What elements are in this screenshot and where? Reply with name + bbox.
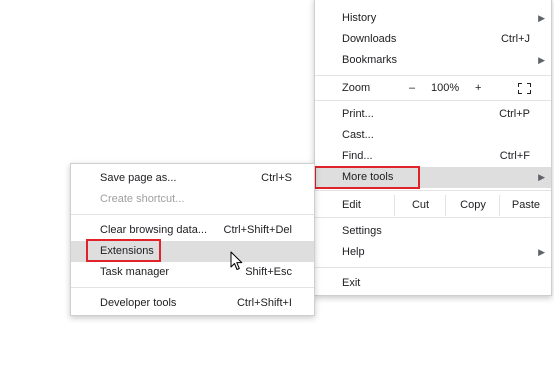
menu-item-label: Zoom (342, 82, 371, 94)
menu-item-shortcut: Ctrl+J (500, 33, 530, 45)
zoom-out-button[interactable]: – (409, 78, 415, 99)
zoom-in-button[interactable]: + (475, 78, 481, 99)
menu-item-more-tools[interactable]: More tools ▶ (315, 167, 551, 188)
menu-item-label: Settings (342, 225, 382, 237)
menu-item-label: Help (342, 246, 365, 258)
mouse-pointer-icon (230, 251, 244, 271)
menu-item-shortcut: Ctrl+P (499, 108, 530, 120)
cut-button[interactable]: Cut (394, 195, 446, 216)
menu-item-label: Create shortcut... (100, 193, 185, 205)
menu-separator (315, 100, 551, 101)
menu-item-shortcut: Shift+Esc (245, 266, 292, 278)
menu-item-find[interactable]: Find... Ctrl+F (315, 146, 551, 167)
menu-item-edit: Edit Cut Copy Paste (315, 195, 551, 216)
submenu-item-extensions[interactable]: Extensions (71, 241, 314, 262)
menu-item-label: Find... (342, 150, 373, 162)
menu-item-label: Task manager (100, 266, 170, 278)
menu-item-label: Cast... (342, 129, 374, 141)
menu-item-history[interactable]: History ▶ (315, 8, 551, 29)
menu-item-exit[interactable]: Exit (315, 273, 551, 294)
submenu-item-create-shortcut: Create shortcut... (71, 189, 314, 210)
menu-separator (71, 214, 314, 215)
chrome-main-menu: History ▶ Downloads Ctrl+J Bookmarks ▶ Z… (314, 0, 552, 296)
menu-separator (315, 75, 551, 76)
menu-item-label: Exit (342, 277, 361, 289)
zoom-level: 100% (431, 82, 460, 94)
fullscreen-icon[interactable] (518, 78, 532, 99)
menu-item-label: Developer tools (100, 297, 177, 309)
menu-item-label: Clear browsing data... (100, 224, 207, 236)
more-tools-submenu: Save page as... Ctrl+S Create shortcut..… (70, 163, 315, 316)
chevron-right-icon: ▶ (538, 55, 545, 65)
chevron-right-icon: ▶ (538, 247, 545, 257)
menu-separator (315, 190, 551, 191)
menu-item-label: Save page as... (100, 172, 177, 184)
menu-item-label: History (342, 12, 377, 24)
menu-item-label: Print... (342, 108, 374, 120)
submenu-item-save-page[interactable]: Save page as... Ctrl+S (71, 168, 314, 189)
menu-item-label: More tools (342, 171, 394, 183)
menu-item-label: Bookmarks (342, 54, 398, 66)
menu-item-downloads[interactable]: Downloads Ctrl+J (315, 29, 551, 50)
submenu-item-clear-browsing-data[interactable]: Clear browsing data... Ctrl+Shift+Del (71, 220, 314, 241)
menu-item-zoom: Zoom – 100% + (315, 78, 551, 99)
submenu-item-developer-tools[interactable]: Developer tools Ctrl+Shift+I (71, 293, 314, 314)
menu-item-shortcut: Ctrl+Shift+I (236, 297, 292, 309)
menu-item-label: Edit (342, 199, 361, 211)
submenu-item-task-manager[interactable]: Task manager Shift+Esc (71, 262, 314, 283)
chevron-right-icon: ▶ (538, 13, 545, 23)
menu-item-label: Extensions (100, 245, 154, 257)
menu-separator (315, 267, 551, 268)
menu-item-label: Downloads (342, 33, 397, 45)
chevron-right-icon: ▶ (538, 172, 545, 182)
menu-item-shortcut: Ctrl+F (499, 150, 530, 162)
menu-item-settings[interactable]: Settings (315, 221, 551, 242)
menu-item-bookmarks[interactable]: Bookmarks ▶ (315, 50, 551, 71)
menu-separator (71, 287, 314, 288)
paste-button[interactable]: Paste (499, 195, 552, 216)
copy-button[interactable]: Copy (445, 195, 500, 216)
menu-item-shortcut: Ctrl+Shift+Del (223, 224, 292, 236)
menu-item-cast[interactable]: Cast... (315, 125, 551, 146)
menu-item-help[interactable]: Help ▶ (315, 242, 551, 263)
menu-separator (315, 217, 551, 218)
menu-item-shortcut: Ctrl+S (261, 172, 292, 184)
menu-item-print[interactable]: Print... Ctrl+P (315, 104, 551, 125)
